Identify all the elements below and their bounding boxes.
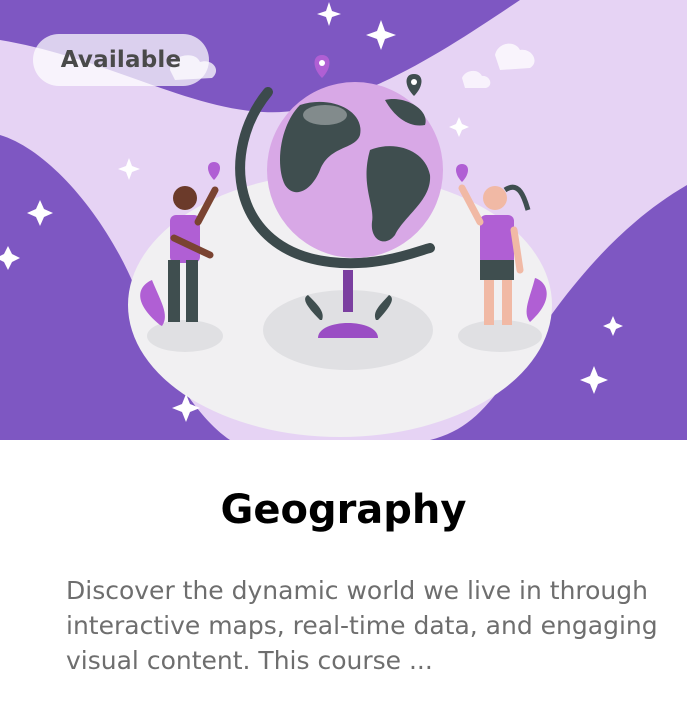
- course-description: Discover the dynamic world we live in th…: [66, 576, 658, 675]
- status-badge-label: Available: [60, 47, 182, 73]
- course-illustration: Available: [0, 0, 687, 440]
- course-title[interactable]: Geography: [0, 484, 687, 536]
- status-badge: Available: [33, 34, 209, 86]
- course-card[interactable]: Available Geography Discover the dynamic…: [0, 0, 687, 728]
